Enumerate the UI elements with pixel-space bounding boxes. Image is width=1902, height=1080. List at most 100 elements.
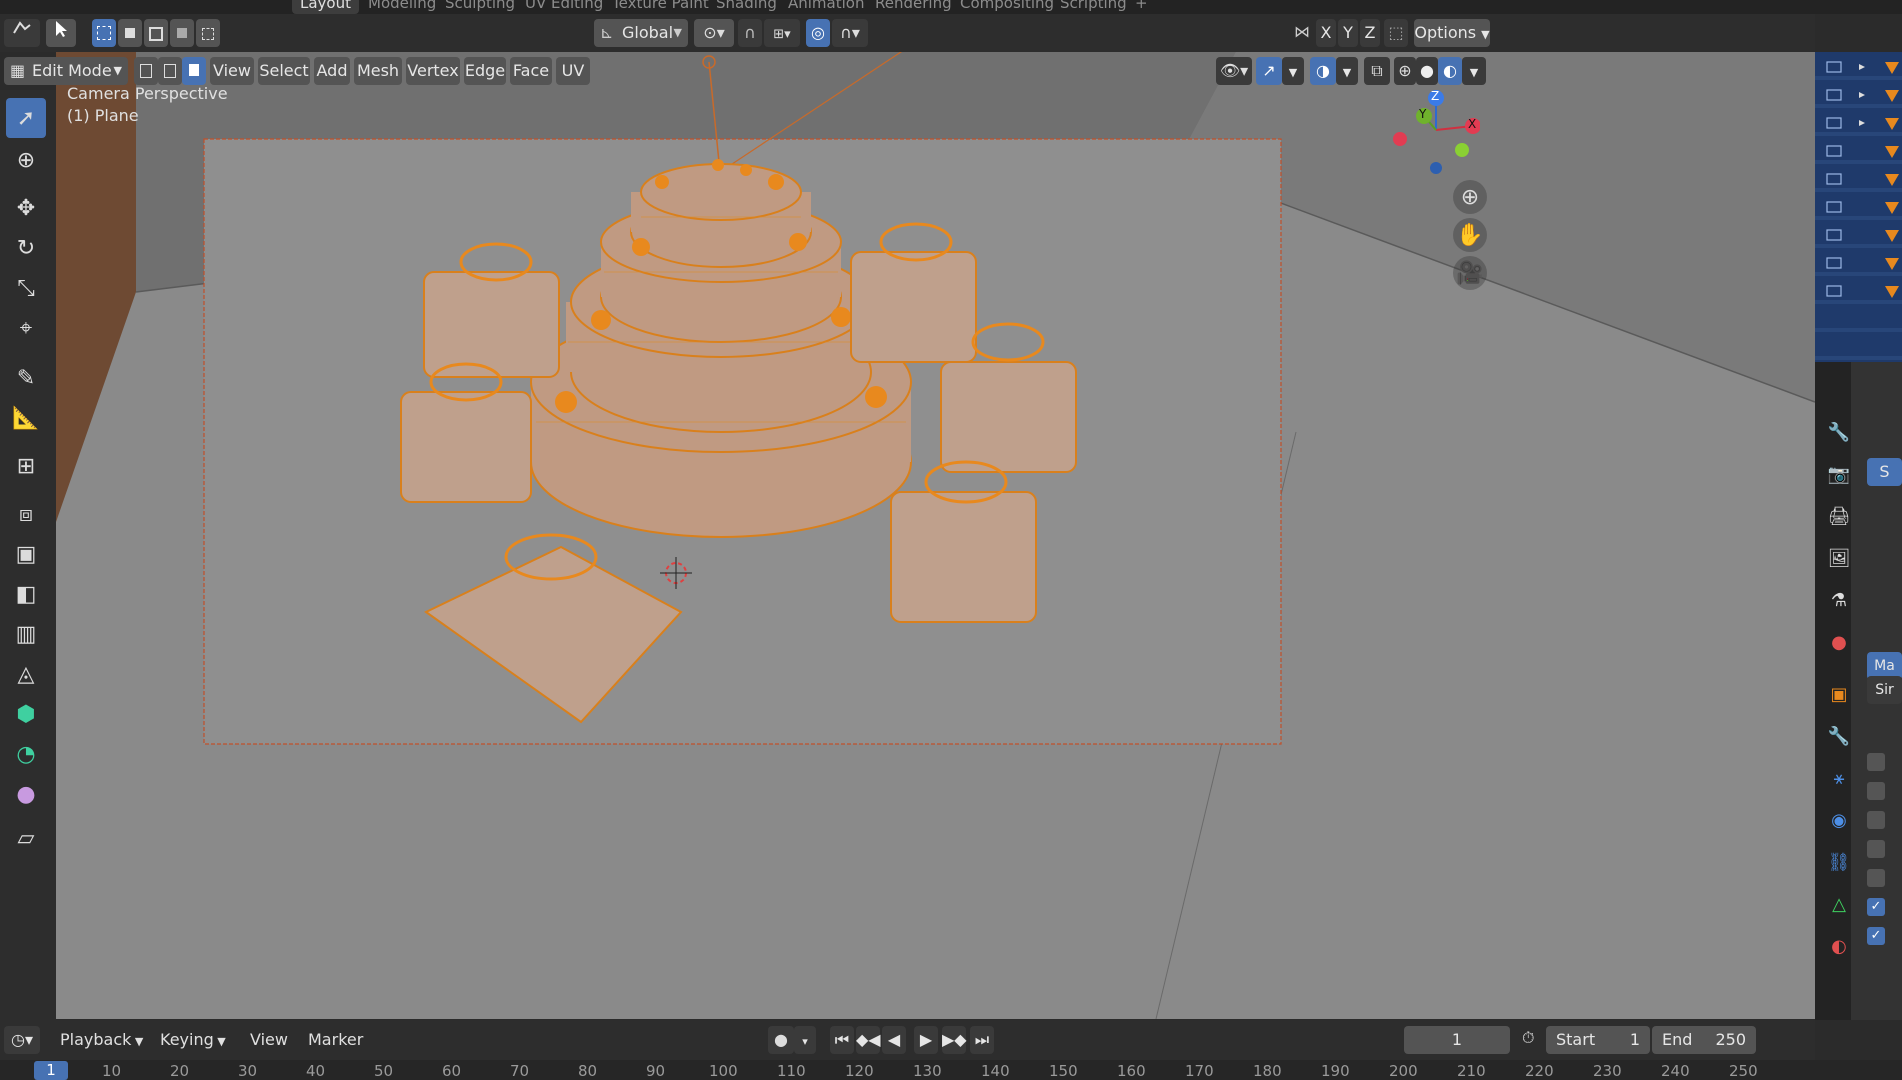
timeline-menu-view[interactable]: View: [250, 1030, 288, 1049]
navigation-gizmo[interactable]: Z X Y: [1380, 84, 1481, 184]
tool-poly-build[interactable]: ⬢: [6, 694, 46, 734]
overlays-dropdown[interactable]: ▼: [1336, 57, 1358, 85]
keying-set-dropdown[interactable]: ▾: [794, 1026, 816, 1054]
properties-si-button[interactable]: Sir: [1867, 676, 1902, 704]
tool-properties-icon[interactable]: 🔧: [1825, 418, 1853, 446]
scene-properties-icon[interactable]: ⚗: [1825, 586, 1853, 614]
shading-dropdown[interactable]: ▼: [1462, 57, 1486, 85]
mirror-y-toggle[interactable]: Y: [1338, 19, 1358, 47]
material-properties-icon[interactable]: ◐: [1825, 932, 1853, 960]
xray-toggle[interactable]: ⧉: [1364, 57, 1390, 85]
tool-rotate[interactable]: ↻: [6, 228, 46, 268]
editor-type-button[interactable]: [4, 19, 40, 47]
select-tool-button[interactable]: [46, 19, 76, 47]
tool-annotate[interactable]: ✎: [6, 358, 46, 398]
shading-material-button[interactable]: ◐: [1438, 57, 1462, 85]
gizmo-toggle[interactable]: ↗: [1256, 57, 1282, 85]
checkbox[interactable]: [1867, 840, 1885, 858]
tab-compositing[interactable]: Compositing: [960, 0, 1054, 14]
tool-transform[interactable]: ⌖: [6, 308, 46, 348]
tab-rendering[interactable]: Rendering: [875, 0, 952, 14]
checkbox[interactable]: [1867, 753, 1885, 771]
transform-orientation-dropdown[interactable]: ⊾ Global ▼: [594, 19, 688, 47]
tool-measure[interactable]: 📐: [6, 398, 46, 438]
tab-sculpting[interactable]: Sculpting: [445, 0, 515, 14]
tool-cursor[interactable]: ⊕: [6, 140, 46, 180]
next-keyframe-button[interactable]: ▶◆: [942, 1026, 967, 1054]
checkbox[interactable]: [1867, 782, 1885, 800]
render-properties-icon[interactable]: 📷: [1825, 460, 1853, 488]
pan-button[interactable]: ✋: [1453, 218, 1487, 252]
current-frame-marker[interactable]: 1: [34, 1061, 68, 1080]
prev-keyframe-button[interactable]: ◆◀: [856, 1026, 881, 1054]
timeline-editor-type-button[interactable]: ◷▾: [4, 1026, 40, 1054]
tab-animation[interactable]: Animation: [788, 0, 864, 14]
checkbox[interactable]: [1867, 811, 1885, 829]
tab-scripting[interactable]: Scripting: [1060, 0, 1127, 14]
shading-solid-button[interactable]: ●: [1416, 57, 1438, 85]
end-frame-field[interactable]: End 250: [1652, 1026, 1756, 1054]
jump-start-button[interactable]: ⏮: [830, 1026, 854, 1054]
shading-wireframe-button[interactable]: ⊕: [1394, 57, 1416, 85]
tool-add-cube[interactable]: ⊞: [6, 446, 46, 486]
visibility-dropdown[interactable]: 👁▾: [1216, 57, 1252, 85]
timeline-menu-playback[interactable]: Playback ▼: [60, 1030, 143, 1049]
tab-add[interactable]: +: [1135, 0, 1148, 14]
mirror-z-toggle[interactable]: Z: [1360, 19, 1380, 47]
tool-loop-cut[interactable]: ▥: [6, 614, 46, 654]
tool-knife[interactable]: ◬: [6, 654, 46, 694]
mirror-x-toggle[interactable]: X: [1316, 19, 1336, 47]
face-select-mode-button[interactable]: [182, 57, 206, 85]
select-mode-subtract-button[interactable]: [144, 19, 168, 47]
timeline-menu-marker[interactable]: Marker: [308, 1030, 363, 1049]
play-reverse-button[interactable]: ◀: [882, 1026, 906, 1054]
select-mode-intersect-button[interactable]: [196, 19, 220, 47]
3d-viewport[interactable]: Camera Perspective (1) Plane Z X Y ⊕ ✋ 🎥: [56, 52, 1815, 1019]
select-mode-invert-button[interactable]: [170, 19, 194, 47]
properties-s-button[interactable]: S: [1867, 458, 1902, 486]
output-properties-icon[interactable]: 🖨: [1825, 502, 1853, 530]
tool-smooth[interactable]: ●: [6, 774, 46, 814]
checkbox-checked[interactable]: ✓: [1867, 927, 1885, 945]
tab-modeling[interactable]: Modeling: [368, 0, 436, 14]
overlays-toggle[interactable]: ◑: [1310, 57, 1336, 85]
physics-properties-icon[interactable]: ◉: [1825, 806, 1853, 834]
menu-add[interactable]: Add: [314, 57, 350, 85]
mode-dropdown[interactable]: ▦ Edit Mode ▼: [4, 57, 128, 85]
snap-toggle[interactable]: ∩: [738, 19, 762, 47]
outliner-panel[interactable]: [1815, 52, 1902, 362]
particles-properties-icon[interactable]: ⚹: [1825, 764, 1853, 792]
play-button[interactable]: ▶: [914, 1026, 938, 1054]
gizmo-dropdown[interactable]: ▼: [1282, 57, 1304, 85]
menu-view[interactable]: View: [210, 57, 254, 85]
tab-texture-paint[interactable]: Texture Paint: [612, 0, 709, 14]
modifier-properties-icon[interactable]: 🔧: [1825, 722, 1853, 750]
tool-select-box[interactable]: ➚: [6, 98, 46, 138]
checkbox-checked[interactable]: ✓: [1867, 898, 1885, 916]
start-frame-field[interactable]: Start 1: [1546, 1026, 1650, 1054]
tool-bevel[interactable]: ◧: [6, 574, 46, 614]
data-properties-icon[interactable]: △: [1825, 890, 1853, 918]
tab-layout[interactable]: Layout: [292, 0, 359, 14]
checkbox[interactable]: [1867, 869, 1885, 887]
auto-merge-toggle[interactable]: ⬚: [1384, 19, 1408, 47]
options-dropdown[interactable]: Options ▼: [1414, 19, 1490, 47]
tool-scale[interactable]: ⤡: [6, 268, 46, 308]
zoom-button[interactable]: ⊕: [1453, 180, 1487, 214]
constraints-properties-icon[interactable]: ⛓: [1825, 848, 1853, 876]
menu-select[interactable]: Select: [258, 57, 310, 85]
menu-edge[interactable]: Edge: [464, 57, 506, 85]
tool-spin[interactable]: ◔: [6, 734, 46, 774]
tab-uv-editing[interactable]: UV Editing: [525, 0, 603, 14]
view-layer-properties-icon[interactable]: 🖼: [1825, 544, 1853, 572]
pivot-point-dropdown[interactable]: ⊙▾: [694, 19, 734, 47]
stopwatch-icon[interactable]: ⏱: [1522, 1028, 1534, 1048]
world-properties-icon[interactable]: ●: [1825, 628, 1853, 656]
menu-mesh[interactable]: Mesh: [354, 57, 402, 85]
tool-extrude[interactable]: ⧈: [6, 494, 46, 534]
edge-select-mode-button[interactable]: [158, 57, 182, 85]
current-frame-field[interactable]: 1: [1404, 1026, 1510, 1054]
proportional-editing-toggle[interactable]: ◎: [806, 19, 830, 47]
tool-inset[interactable]: ▣: [6, 534, 46, 574]
jump-end-button[interactable]: ⏭: [970, 1026, 994, 1054]
